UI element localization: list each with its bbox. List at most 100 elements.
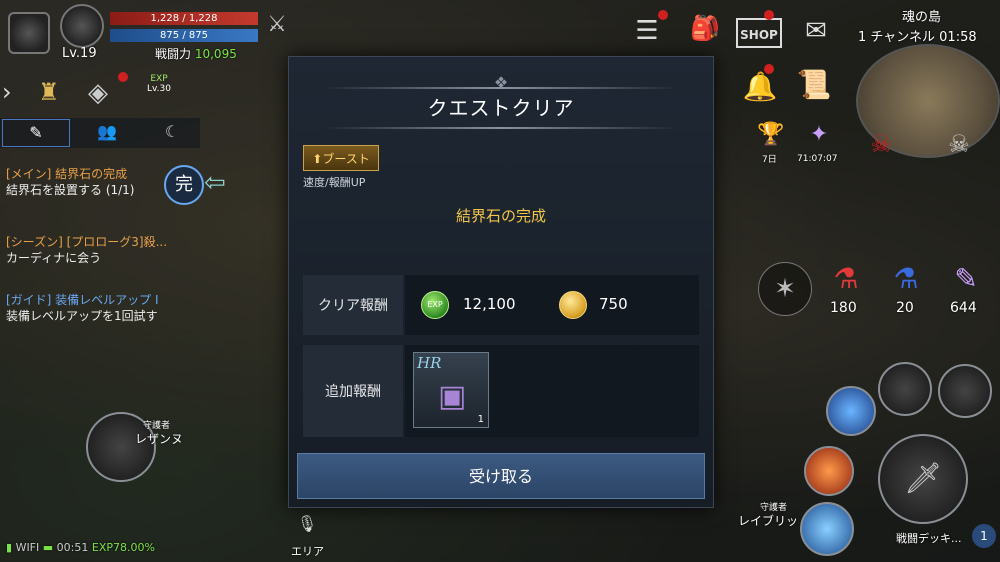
reward-item-slot[interactable]: HR ▣ 1 xyxy=(413,352,489,428)
title-divider-bottom xyxy=(324,127,678,129)
complete-badge-text: 完 xyxy=(175,174,193,195)
quest-desc: カーディナに会う xyxy=(6,251,102,265)
combat-power-label: 戦闘力 xyxy=(155,47,192,61)
skill-slot-1[interactable] xyxy=(826,386,876,436)
lock-skill-slot-2[interactable] xyxy=(938,364,992,418)
boost-subtitle: 速度/報酬UP xyxy=(303,176,366,189)
battle-deck-label[interactable]: 戦闘デッキ... xyxy=(896,530,962,546)
demon-icon[interactable]: ☠ xyxy=(944,130,974,160)
clear-reward-label: クリア報酬 xyxy=(303,275,403,335)
clear-reward-label-text: クリア報酬 xyxy=(318,298,388,314)
expand-arrow-icon[interactable]: › xyxy=(2,78,12,106)
combat-power-value: 10,095 xyxy=(194,47,237,61)
potion-red-count: 180 xyxy=(830,300,857,316)
mp-bar: 875 / 875 xyxy=(110,29,258,42)
notify-dot xyxy=(118,72,128,82)
deck-number-badge[interactable]: 1 xyxy=(972,524,996,548)
castle-icon[interactable]: ♜ xyxy=(38,78,70,110)
demon-icon-red[interactable]: ☠ xyxy=(866,130,896,160)
quest-title: [ガイド] 装備レベルアップ I xyxy=(6,293,159,307)
scroll-icon[interactable]: 📜 xyxy=(794,68,834,108)
signal-icon: ▮ xyxy=(6,541,13,554)
menu-icon[interactable]: ☰ xyxy=(630,16,664,46)
title-ornament: ❖ xyxy=(493,73,509,92)
event-icon[interactable]: 🔔 xyxy=(740,70,780,110)
battery-icon: ▬ xyxy=(42,541,54,554)
skill-slot-2[interactable] xyxy=(804,446,854,496)
potion-red-icon[interactable]: ⚗ xyxy=(828,262,864,298)
hp-bar: 1,228 / 1,228 xyxy=(110,12,258,25)
quest-complete-badge[interactable]: 完 xyxy=(164,165,204,205)
exp-reward-amount: 12,100 xyxy=(463,295,516,313)
raid-icon[interactable]: ✦ xyxy=(804,122,834,152)
exp-icon-label: EXP xyxy=(427,300,443,309)
tab-quest[interactable]: ✎ xyxy=(2,119,70,147)
arrow-left-icon: ⇦ xyxy=(204,168,226,198)
status-bar: ▮ WIFI ▬ 00:51 EXP78.00% xyxy=(6,541,155,554)
zone-name: 魂の島 xyxy=(902,10,942,25)
potion-blue-icon[interactable]: ⚗ xyxy=(888,262,924,298)
deck-number: 1 xyxy=(980,529,988,543)
clock: 00:51 xyxy=(56,541,89,554)
notify-dot xyxy=(764,64,774,74)
scroll-item-count: 644 xyxy=(950,300,977,316)
diamond-icon[interactable]: ◈ xyxy=(88,78,120,110)
potion-blue-count: 20 xyxy=(896,300,914,316)
receive-button[interactable]: 受け取る xyxy=(297,453,705,499)
mp-text: 875 / 875 xyxy=(160,30,208,41)
hp-text: 1,228 / 1,228 xyxy=(150,13,218,24)
player-avatar[interactable] xyxy=(60,4,104,48)
server-time: 01:58 xyxy=(939,30,977,45)
quest-title: [シーズン] [プロローグ3]殺... xyxy=(6,235,168,249)
mail-icon[interactable]: ✉ xyxy=(796,16,836,46)
guardian-right-name: レイブリッ xyxy=(738,514,799,528)
channel: 1 チャンネル xyxy=(858,30,936,45)
bag-icon[interactable]: 🎒 xyxy=(688,14,722,48)
attack-button[interactable]: 🗡 xyxy=(878,434,968,524)
boost-arrow-icon: ⬆ xyxy=(312,152,323,166)
gold-reward-amount: 750 xyxy=(599,295,628,313)
wifi-label: WIFI xyxy=(15,541,40,554)
mic-label: エリア xyxy=(291,545,324,558)
player-level: Lv.19 xyxy=(62,46,97,61)
combat-power: 戦闘力 10,095 xyxy=(155,45,237,62)
tab-party[interactable]: 👥 xyxy=(74,119,140,147)
notify-dot xyxy=(764,10,774,20)
extra-reward-label-text: 追加報酬 xyxy=(325,384,381,400)
raid-timer: 71:07:07 xyxy=(797,154,838,164)
extra-reward-label: 追加報酬 xyxy=(303,345,403,437)
item-grade-label: HR xyxy=(417,354,442,372)
notify-dot xyxy=(658,10,668,20)
quest-clear-modal: ❖ クエストクリア ⬆ブースト 速度/報酬UP 結界石の完成 クリア報酬 EXP… xyxy=(288,56,714,508)
receive-button-label: 受け取る xyxy=(468,467,533,486)
exp-boost-badge: EXP xyxy=(150,74,168,84)
quest-item-guide[interactable]: [ガイド] 装備レベルアップ I 装備レベルアップを1回試す xyxy=(6,292,206,324)
skill-slot-3[interactable] xyxy=(800,502,854,556)
exp-icon: EXP xyxy=(421,291,449,319)
treasure-chest-icon: ▣ xyxy=(438,379,467,414)
castle-siege-icon[interactable]: ⚔ xyxy=(262,12,292,40)
guardian-summon-icon[interactable]: ✶ xyxy=(758,262,812,316)
quest-desc: 装備レベルアップを1回試す xyxy=(6,309,158,323)
shop-label: SHOP xyxy=(740,28,778,42)
scroll-item-icon[interactable]: ✎ xyxy=(948,262,984,298)
shield-icon[interactable] xyxy=(8,12,50,54)
exp-boost-icon[interactable]: EXP Lv.30 xyxy=(136,74,182,110)
modal-title: クエストクリア xyxy=(427,96,575,120)
guardian-left-name: レザンヌ xyxy=(135,432,184,446)
lock-skill-slot-1[interactable] xyxy=(878,362,932,416)
tab-other[interactable]: ☾ xyxy=(144,119,200,147)
quest-name: 結界石の完成 xyxy=(455,207,546,225)
clear-reward-row: EXP 12,100 750 xyxy=(405,275,699,335)
shop-icon[interactable]: SHOP xyxy=(736,18,782,48)
gold-coin-icon xyxy=(559,291,587,319)
trophy-icon[interactable]: 🏆 xyxy=(756,122,786,152)
boost-button[interactable]: ⬆ブースト xyxy=(303,145,379,171)
mic-icon[interactable]: 🎙 xyxy=(293,514,321,533)
quest-item-season[interactable]: [シーズン] [プロローグ3]殺... カーディナに会う xyxy=(6,234,206,266)
channel-info: 1 チャンネル 01:58 xyxy=(858,26,977,45)
exp-percent: EXP78.00% xyxy=(91,541,155,554)
exp-boost-level: Lv.30 xyxy=(147,84,171,94)
boost-label: ブースト xyxy=(322,152,370,166)
day-badge: 7日 xyxy=(762,155,777,165)
